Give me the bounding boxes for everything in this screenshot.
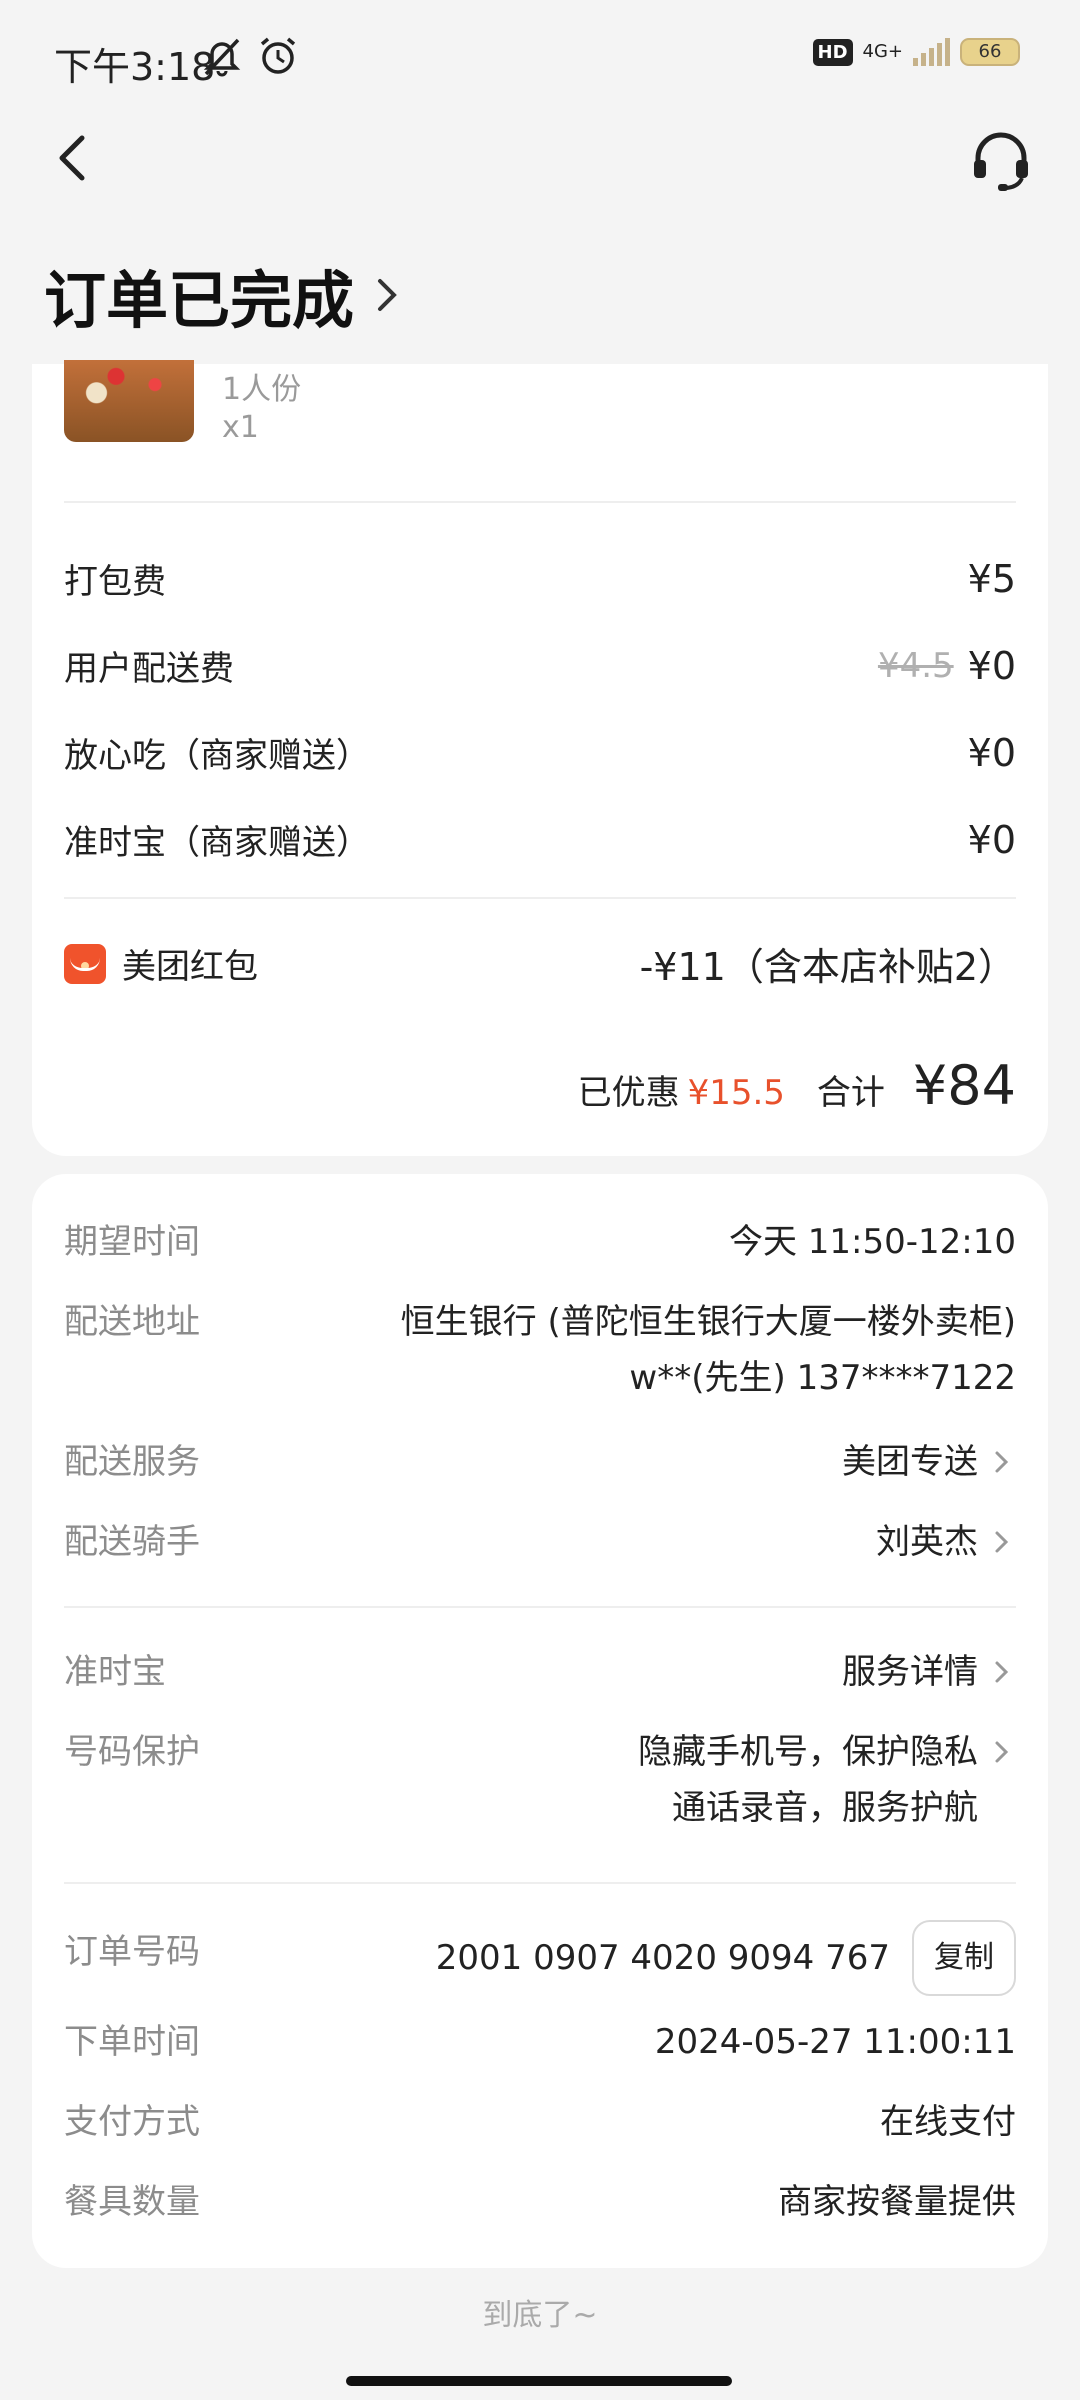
info-label: 配送服务 — [64, 1442, 200, 1482]
info-row-ontime[interactable]: 准时宝 服务详情 — [64, 1644, 1016, 1700]
page-title: 订单已完成 — [44, 264, 355, 337]
fee-row-ontime: 准时宝（商家赠送） ¥0 — [64, 815, 1016, 864]
info-value: 今天 11:50-12:10 — [728, 1222, 1016, 1262]
battery-icon: 66 — [960, 38, 1020, 66]
info-label: 准时宝 — [64, 1652, 166, 1692]
fee-row-safe-eat: 放心吃（商家赠送） ¥0 — [64, 728, 1016, 777]
info-label: 餐具数量 — [64, 2182, 200, 2222]
info-value: 2024-05-27 11:00:11 — [654, 2022, 1016, 2062]
order-info-card: 期望时间 今天 11:50-12:10 配送地址 恒生银行 (普陀恒生银行大厦一… — [32, 1174, 1048, 2268]
fee-original-price: ¥4.5 — [877, 645, 954, 686]
chevron-right-icon — [995, 1531, 1009, 1553]
order-status-title[interactable]: 订单已完成 — [44, 250, 402, 340]
network-type: 4G+ — [862, 41, 903, 62]
redpacket-label: 美团红包 — [122, 947, 258, 987]
food-image — [64, 360, 194, 442]
order-total: 已优惠 ¥15.5 合计 ¥84 — [578, 1054, 1016, 1117]
info-label: 支付方式 — [64, 2102, 200, 2142]
info-row-payment: 支付方式 在线支付 — [64, 2094, 1016, 2150]
redpacket-value: -¥11（含本店补贴2） — [639, 945, 1016, 989]
info-label: 订单号码 — [64, 1932, 200, 1972]
info-row-order-time: 下单时间 2024-05-27 11:00:11 — [64, 2014, 1016, 2070]
info-label: 配送骑手 — [64, 1522, 200, 1562]
fee-value: ¥5 — [967, 556, 1016, 601]
chevron-right-icon — [995, 1451, 1009, 1473]
fee-value: ¥0 — [967, 643, 1016, 688]
info-label: 下单时间 — [64, 2022, 200, 2062]
info-value: 服务详情 — [842, 1652, 978, 1692]
fee-value: ¥0 — [967, 817, 1016, 862]
chevron-right-icon — [995, 1741, 1009, 1763]
info-row-address: 配送地址 恒生银行 (普陀恒生银行大厦一楼外卖柜) w**(先生) 137***… — [64, 1294, 1016, 1410]
privacy-line: 隐藏手机号，保护隐私 — [638, 1732, 978, 1772]
discount-amount: ¥15.5 — [687, 1073, 785, 1113]
info-row-rider[interactable]: 配送骑手 刘英杰 — [64, 1514, 1016, 1570]
hd-badge: HD — [812, 38, 853, 66]
order-items-card: 1人份 x1 打包费 ¥5 用户配送费 ¥4.5 ¥0 放心吃（商家赠送） ¥0… — [32, 360, 1048, 1156]
customer-service-icon[interactable] — [966, 126, 1036, 196]
divider — [64, 1606, 1016, 1608]
fee-row-packing: 打包费 ¥5 — [64, 554, 1016, 603]
total-label: 合计 — [816, 1073, 885, 1113]
food-quantity: x1 — [222, 410, 259, 445]
status-time: 下午3:18 — [54, 45, 216, 89]
info-value: 美团专送 — [842, 1442, 978, 1482]
info-value: 商家按餐量提供 — [778, 2182, 1016, 2222]
status-bar: 下午3:18 HD 4G+ 66 — [0, 0, 1080, 110]
contact-line: w**(先生) 137****7122 — [629, 1358, 1016, 1398]
divider — [64, 501, 1016, 503]
total-amount: ¥84 — [912, 1054, 1016, 1117]
home-indicator[interactable] — [346, 2376, 732, 2386]
signal-icon — [913, 38, 950, 66]
chevron-right-icon — [995, 1661, 1009, 1683]
bell-muted-icon — [203, 38, 241, 77]
info-label: 配送地址 — [64, 1302, 200, 1342]
info-value: 刘英杰 — [876, 1522, 978, 1562]
order-number: 2001 0907 4020 9094 767 — [435, 1938, 890, 1978]
address-line: 恒生银行 (普陀恒生银行大厦一楼外卖柜) — [400, 1302, 1016, 1342]
info-row-expected-time: 期望时间 今天 11:50-12:10 — [64, 1214, 1016, 1270]
info-value: 在线支付 — [880, 2102, 1016, 2142]
copy-button[interactable]: 复制 — [912, 1920, 1016, 1996]
divider — [64, 1882, 1016, 1884]
divider — [64, 897, 1016, 899]
fee-label: 准时宝（商家赠送） — [64, 823, 370, 863]
back-arrow-icon[interactable] — [44, 128, 104, 188]
info-row-service[interactable]: 配送服务 美团专送 — [64, 1434, 1016, 1490]
red-packet-icon — [64, 943, 106, 984]
fee-label: 放心吃（商家赠送） — [64, 736, 370, 776]
info-row-privacy[interactable]: 号码保护 隐藏手机号，保护隐私 通话录音，服务护航 — [64, 1724, 1016, 1844]
fee-label: 用户配送费 — [64, 649, 234, 689]
discount-label: 已优惠 — [577, 1073, 680, 1113]
fee-value: ¥0 — [967, 730, 1016, 775]
info-label: 期望时间 — [64, 1222, 200, 1262]
info-row-order-number: 订单号码 2001 0907 4020 9094 767 复制 — [64, 1920, 1016, 1996]
privacy-line: 通话录音，服务护航 — [672, 1788, 978, 1828]
end-of-list-note: 到底了~ — [482, 2298, 598, 2333]
fee-row-delivery: 用户配送费 ¥4.5 ¥0 — [64, 641, 1016, 690]
chevron-right-icon — [378, 279, 397, 311]
food-portion: 1人份 — [222, 372, 302, 407]
fee-label: 打包费 — [64, 562, 166, 602]
alarm-icon — [260, 37, 296, 74]
info-row-utensils: 餐具数量 商家按餐量提供 — [64, 2174, 1016, 2230]
redpacket-row: 美团红包 -¥11（含本店补贴2） — [64, 936, 1016, 991]
info-label: 号码保护 — [64, 1732, 200, 1772]
